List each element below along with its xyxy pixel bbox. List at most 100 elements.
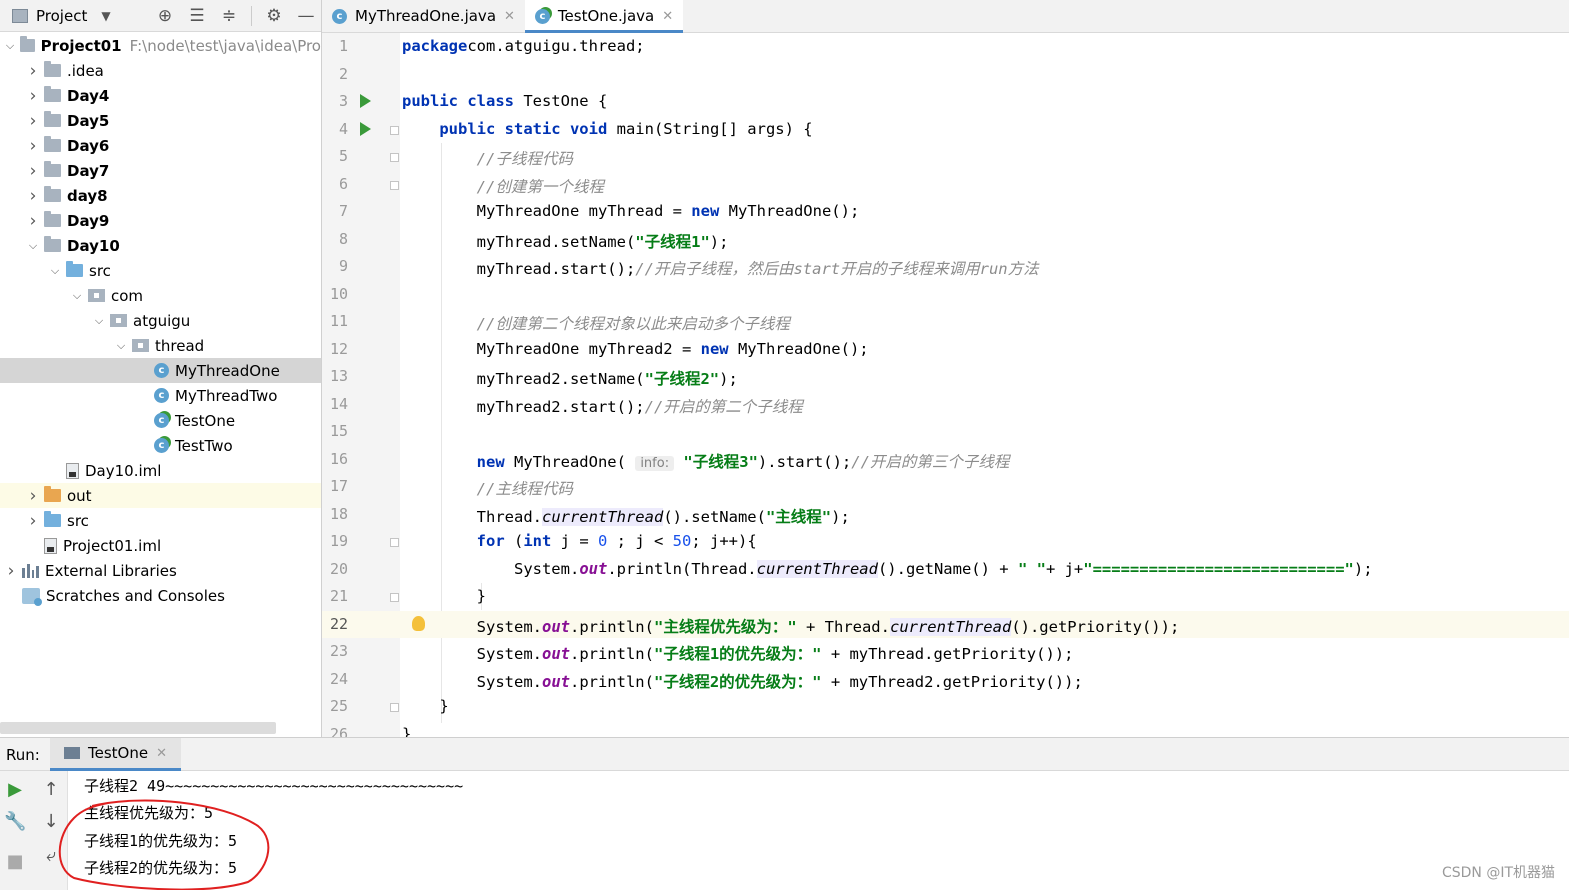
chevron-right-icon[interactable]: › [26, 511, 40, 531]
chevron-right-icon[interactable]: › [26, 486, 40, 506]
tree-item[interactable]: Day10.iml [0, 458, 321, 483]
editor-tab[interactable]: c TestOne.java ✕ [524, 0, 684, 33]
chevron-down-icon[interactable]: ▼ [101, 9, 110, 23]
fold-marker-icon[interactable] [390, 180, 399, 190]
close-icon[interactable]: ✕ [662, 9, 673, 24]
gutter-line[interactable]: 12 [322, 336, 400, 364]
tree-item[interactable]: Project01.iml [0, 533, 321, 558]
console-output[interactable]: 子线程2 49~~~~~~~~~~~~~~~~~~~~~~~~~~~~~~~~~… [68, 771, 1569, 890]
tree-item[interactable]: ⌵ atguigu [0, 308, 321, 333]
gear-icon[interactable]: ⚙ [264, 6, 284, 26]
run-gutter-icon[interactable] [360, 94, 371, 108]
tree-item[interactable]: › day8 [0, 183, 321, 208]
gutter-line[interactable]: 9 [322, 253, 400, 281]
chevron-down-icon[interactable]: ⌵ [48, 264, 62, 278]
gutter-line[interactable]: 23 [322, 638, 400, 666]
tree-item[interactable]: c MyThreadOne [0, 358, 321, 383]
tree-item[interactable]: c TestOne [0, 408, 321, 433]
close-icon[interactable]: ✕ [156, 746, 167, 761]
fold-marker-icon[interactable] [390, 703, 399, 712]
code-editor[interactable]: packagecom.atguigu.thread; public class T… [400, 33, 1569, 737]
tree-item[interactable]: › External Libraries [0, 558, 321, 583]
gutter-line[interactable]: 10 [322, 281, 400, 309]
chevron-down-icon[interactable]: ⌵ [4, 39, 16, 53]
code-token: "主线程优先级为：" [653, 617, 797, 636]
tree-item-label: TestTwo [175, 436, 233, 455]
gutter-line[interactable]: 21 [322, 583, 400, 611]
chevron-down-icon[interactable]: ⌵ [26, 239, 40, 253]
tree-item[interactable]: › .idea [0, 58, 321, 83]
code-line: myThread2.setName("子线程2"); [400, 363, 1569, 391]
lightbulb-icon[interactable] [412, 615, 425, 631]
chevron-down-icon[interactable]: ⌵ [70, 289, 84, 303]
wrench-icon[interactable]: 🔧 [4, 811, 26, 833]
chevron-right-icon[interactable]: › [26, 136, 40, 156]
gutter-line[interactable]: 7 [322, 198, 400, 226]
stop-icon[interactable]: ■ [4, 851, 26, 873]
gutter-line[interactable]: 20 [322, 556, 400, 584]
gutter-line[interactable]: 6 [322, 171, 400, 199]
tree-item[interactable]: ⌵ src [0, 258, 321, 283]
fold-marker-icon[interactable] [390, 593, 399, 602]
gutter-line[interactable]: 25 [322, 693, 400, 721]
tree-item[interactable]: Scratches and Consoles [0, 583, 321, 608]
tree-item[interactable]: ⌵ Day10 [0, 233, 321, 258]
fold-marker-icon[interactable] [390, 125, 399, 135]
chevron-down-icon[interactable]: ⌵ [114, 339, 128, 353]
collapse-all-icon[interactable]: ≑ [219, 6, 239, 26]
fold-marker-icon[interactable] [390, 538, 399, 547]
gutter-line[interactable]: 15 [322, 418, 400, 446]
code-token: MyThreadOne myThread = [402, 202, 692, 220]
gutter-line[interactable]: 17 [322, 473, 400, 501]
chevron-right-icon[interactable]: › [26, 161, 40, 181]
tree-item[interactable]: ⌵ com [0, 283, 321, 308]
code-token: ( [504, 532, 524, 550]
tree-item[interactable]: › src [0, 508, 321, 533]
gutter-line[interactable]: 1 [322, 33, 400, 61]
gutter-line[interactable]: 24 [322, 666, 400, 694]
gutter-line[interactable]: 2 [322, 61, 400, 89]
gutter-line[interactable]: 11 [322, 308, 400, 336]
code-token: TestOne { [513, 92, 608, 110]
hide-panel-icon[interactable]: — [296, 6, 316, 26]
code-token: 0 [598, 532, 608, 550]
tree-item[interactable]: › Day7 [0, 158, 321, 183]
gutter-line[interactable]: 5 [322, 143, 400, 171]
tree-item[interactable]: › Day9 [0, 208, 321, 233]
tree-item[interactable]: c MyThreadTwo [0, 383, 321, 408]
run-tab-testone[interactable]: TestOne ✕ [50, 738, 181, 771]
fold-marker-icon[interactable] [390, 153, 399, 162]
close-icon[interactable]: ✕ [504, 9, 515, 24]
tree-item[interactable]: c TestTwo [0, 433, 321, 458]
chevron-right-icon[interactable]: › [26, 186, 40, 206]
gutter-line[interactable]: 16 [322, 446, 400, 474]
run-gutter-icon[interactable] [360, 121, 371, 136]
gutter-line[interactable]: 18 [322, 501, 400, 529]
tree-item[interactable]: ⌵ thread [0, 333, 321, 358]
chevron-right-icon[interactable]: › [4, 561, 18, 581]
tree-item[interactable]: › Day5 [0, 108, 321, 133]
chevron-right-icon[interactable]: › [26, 61, 40, 81]
editor-tab[interactable]: c MyThreadOne.java ✕ [322, 0, 525, 32]
gutter-line[interactable]: 26 [322, 721, 400, 738]
gutter-line[interactable]: 4 [322, 116, 400, 144]
gutter-line[interactable]: 3 [322, 88, 400, 116]
gutter-line[interactable]: 13 [322, 363, 400, 391]
chevron-right-icon[interactable]: › [26, 211, 40, 231]
gutter-line[interactable]: 8 [322, 226, 400, 254]
gutter-line[interactable]: 14 [322, 391, 400, 419]
tree-item[interactable]: › out [0, 483, 321, 508]
horizontal-scrollbar[interactable] [0, 722, 276, 734]
project-view-selector[interactable]: Project [36, 7, 87, 25]
expand-all-icon[interactable]: ☰ [187, 6, 207, 26]
tree-item[interactable]: › Day6 [0, 133, 321, 158]
rerun-icon[interactable]: ▶ [4, 779, 26, 801]
tree-item[interactable]: › Day4 [0, 83, 321, 108]
tree-item[interactable]: ⌵ Project01 F:\node\test\java\idea\Pro [0, 33, 321, 58]
gutter-line[interactable]: 22 [322, 610, 400, 638]
locate-file-icon[interactable]: ⊕ [155, 6, 175, 26]
chevron-down-icon[interactable]: ⌵ [92, 314, 106, 328]
chevron-right-icon[interactable]: › [26, 111, 40, 131]
gutter-line[interactable]: 19 [322, 528, 400, 556]
chevron-right-icon[interactable]: › [26, 86, 40, 106]
